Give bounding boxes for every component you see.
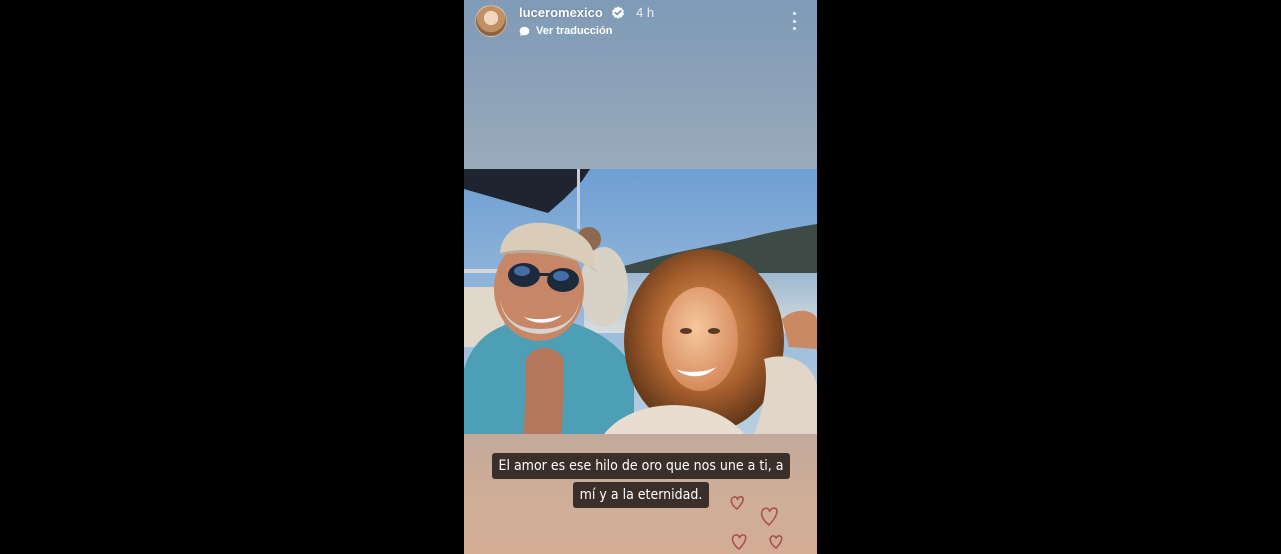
username[interactable]: luceromexico: [519, 5, 603, 21]
story-photo: [464, 169, 817, 434]
heart-sticker: [769, 535, 783, 549]
story-viewer[interactable]: luceromexico 4 h Ver traducción El amor …: [464, 0, 817, 554]
time-ago: 4 h: [636, 5, 655, 20]
heart-stickers: [730, 495, 783, 550]
heart-sticker: [731, 534, 747, 550]
translate-link[interactable]: Ver traducción: [536, 24, 612, 38]
heart-sticker: [760, 507, 778, 526]
more-options-icon[interactable]: [786, 12, 802, 30]
story-header: luceromexico 4 h Ver traducción: [464, 0, 817, 44]
verified-badge-icon: [612, 6, 624, 19]
avatar[interactable]: [475, 5, 507, 37]
heart-sticker: [730, 495, 744, 510]
translate-bubble-icon: [519, 26, 530, 37]
